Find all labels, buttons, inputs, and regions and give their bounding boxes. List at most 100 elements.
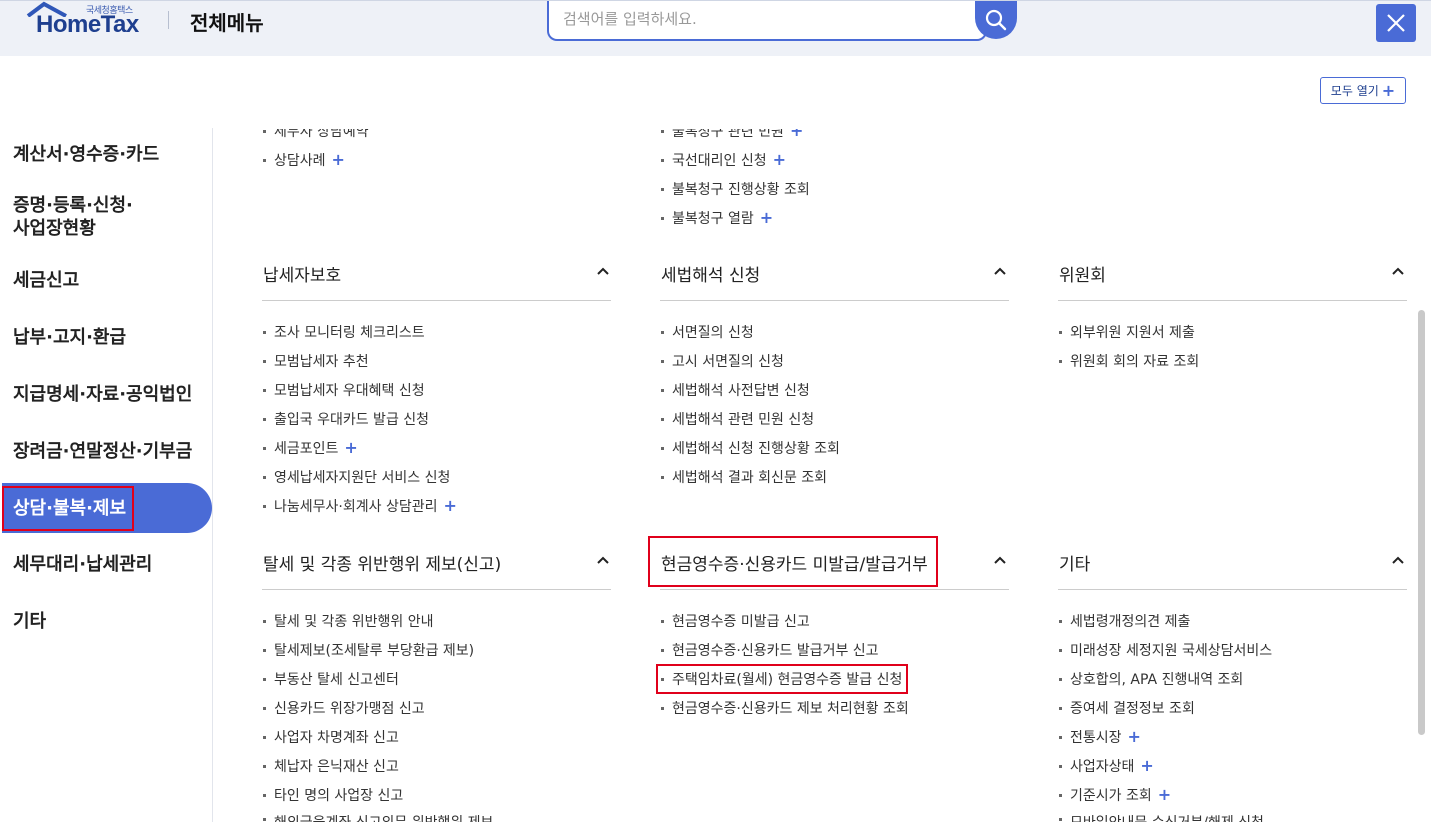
sidebar-item-label: 사업장현황 [13, 218, 96, 239]
list-item[interactable]: 불복청구 관련 민원 + [660, 129, 803, 141]
sidebar-item-payment-statement[interactable]: 지급명세·자료·공익법인 [0, 383, 212, 406]
chevron-up-icon[interactable] [1391, 553, 1405, 567]
list-item[interactable]: 상호합의, APA 진행내역 조회 [1058, 669, 1243, 689]
list-item-label: 세법해석 결과 회신문 조회 [672, 470, 828, 486]
list-item-monthly-rent-cash-receipt[interactable]: 주택임차료(월세) 현금영수증 발급 신청 [660, 669, 902, 689]
close-button[interactable] [1376, 4, 1416, 42]
bullet [1059, 677, 1062, 681]
sidebar-item-consultation-appeal-report[interactable]: 상담·불복·제보 [2, 483, 212, 533]
list-item[interactable]: 모범납세자 추천 [262, 351, 369, 371]
hometax-logo[interactable]: 국세청홈택스 HomeTax [26, 1, 156, 43]
section-title-committee: 위원회 [1059, 266, 1106, 286]
list-item-label: 신용카드 위장가맹점 신고 [274, 701, 425, 717]
chevron-up-icon[interactable] [993, 264, 1007, 278]
list-item-label: 국선대리인 신청 [672, 153, 767, 169]
list-item-label: 증여세 결정정보 조회 [1070, 701, 1195, 717]
sidebar-item-tax-filing[interactable]: 세금신고 [0, 269, 212, 292]
list-item[interactable]: 고시 서면질의 신청 [660, 351, 784, 371]
list-item-label: 상호합의, APA 진행내역 조회 [1070, 672, 1244, 688]
expand-all-button[interactable]: 모두 열기 + [1320, 77, 1406, 104]
search-input[interactable] [563, 7, 963, 31]
bullet [661, 648, 664, 652]
list-item[interactable]: 세법해석 신청 진행상황 조회 [660, 438, 840, 458]
list-item[interactable]: 서면질의 신청 [660, 322, 754, 342]
plus-icon: + [1381, 81, 1396, 100]
sidebar-item-incentive-yearend[interactable]: 장려금·연말정산·기부금 [0, 440, 212, 463]
list-item[interactable]: 불복청구 열람 + [660, 208, 773, 228]
list-item[interactable]: 현금영수증·신용카드 발급거부 신고 [660, 640, 879, 660]
bullet [263, 388, 266, 392]
list-item[interactable]: 부동산 탈세 신고센터 [262, 669, 399, 689]
list-item[interactable]: 전통시장 + [1058, 727, 1141, 747]
scrollbar-thumb[interactable] [1418, 310, 1425, 735]
list-item[interactable]: 체납자 은닉재산 신고 [262, 756, 399, 776]
list-item[interactable]: 현금영수증 미발급 신고 [660, 611, 810, 631]
list-item[interactable]: 외부위원 지원서 제출 [1058, 322, 1195, 342]
list-item[interactable]: 신용카드 위장가맹점 신고 [262, 698, 425, 718]
list-item[interactable]: 탈세제보(조세탈루 부당환급 제보) [262, 640, 474, 660]
bullet [263, 504, 266, 508]
list-item[interactable]: 세무사 상담예약 [262, 129, 369, 141]
sidebar-item-certificate-registration[interactable]: 증명·등록·신청· 사업장현황 [0, 194, 212, 240]
sidebar-item-tax-agent[interactable]: 세무대리·납세관리 [0, 553, 212, 576]
list-item[interactable]: 위원회 회의 자료 조회 [1058, 351, 1199, 371]
list-item[interactable]: 영세납세자지원단 서비스 신청 [262, 467, 450, 487]
list-item-label: 세법해석 사전답변 신청 [672, 383, 810, 399]
sidebar-item-label: 증명·등록·신청· [13, 195, 133, 216]
list-item[interactable]: 세법령개정의견 제출 [1058, 611, 1190, 631]
bullet [1059, 764, 1062, 768]
list-item-label: 해외금융계좌 신고의무 위반행위 제보 [274, 812, 493, 822]
sidebar-item-payment-refund[interactable]: 납부·고지·환급 [0, 326, 212, 349]
list-item-label: 현금영수증 미발급 신고 [672, 614, 810, 630]
list-item[interactable]: 탈세 및 각종 위반행위 안내 [262, 611, 433, 631]
plus-icon: + [1140, 756, 1154, 775]
sidebar-item-label: 기타 [13, 611, 47, 632]
list-item[interactable]: 상담사례 + [262, 150, 345, 170]
list-item-label: 사업자 차명계좌 신고 [274, 730, 399, 746]
section-divider [660, 300, 1009, 301]
list-item[interactable]: 기준시가 조회 + [1058, 785, 1171, 805]
list-item[interactable]: 사업자상태 + [1058, 756, 1154, 776]
section-divider [262, 300, 611, 301]
chevron-up-icon[interactable] [596, 553, 610, 567]
list-item[interactable]: 나눔세무사·회계사 상담관리 + [262, 496, 457, 516]
chevron-up-icon[interactable] [993, 553, 1007, 567]
list-item[interactable]: 세금포인트 + [262, 438, 358, 458]
list-item[interactable]: 모바일안내문 수신거부/해제 신청 [1058, 812, 1264, 822]
list-item[interactable]: 타인 명의 사업장 신고 [262, 785, 403, 805]
bullet [661, 158, 664, 162]
chevron-up-icon[interactable] [596, 264, 610, 278]
bullet [1059, 706, 1062, 710]
list-item-label: 현금영수증·신용카드 제보 처리현황 조회 [672, 701, 909, 717]
bullet [661, 446, 664, 450]
list-item[interactable]: 세법해석 결과 회신문 조회 [660, 467, 827, 487]
list-item[interactable]: 사업자 차명계좌 신고 [262, 727, 399, 747]
bullet [661, 706, 664, 710]
list-item[interactable]: 현금영수증·신용카드 제보 처리현황 조회 [660, 698, 909, 718]
sidebar-item-invoice-receipt-card[interactable]: 계산서·영수증·카드 [0, 143, 212, 166]
bullet [661, 187, 664, 191]
list-item[interactable]: 조사 모니터링 체크리스트 [262, 322, 425, 342]
list-item[interactable]: 미래성장 세정지원 국세상담서비스 [1058, 640, 1272, 660]
bullet [263, 158, 266, 162]
list-item-label: 세금포인트 [274, 441, 339, 457]
list-item-label: 불복청구 진행상황 조회 [672, 182, 810, 198]
sidebar-item-etc[interactable]: 기타 [0, 610, 212, 633]
list-item[interactable]: 모범납세자 우대혜택 신청 [262, 380, 425, 400]
bullet [263, 764, 266, 768]
list-item-label: 서면질의 신청 [672, 325, 754, 341]
list-item[interactable]: 세법해석 사전답변 신청 [660, 380, 810, 400]
list-item[interactable]: 증여세 결정정보 조회 [1058, 698, 1195, 718]
search-button[interactable] [975, 1, 1017, 39]
list-item[interactable]: 세법해석 관련 민원 신청 [660, 409, 814, 429]
list-item[interactable]: 출입국 우대카드 발급 신청 [262, 409, 429, 429]
list-item[interactable]: 불복청구 진행상황 조회 [660, 179, 810, 199]
list-item[interactable]: 해외금융계좌 신고의무 위반행위 제보 [262, 812, 493, 822]
list-item[interactable]: 국선대리인 신청 + [660, 150, 786, 170]
bullet [661, 619, 664, 623]
chevron-up-icon[interactable] [1391, 264, 1405, 278]
section-title-tax-evasion-report: 탈세 및 각종 위반행위 제보(신고) [263, 555, 502, 575]
plus-icon: + [1127, 727, 1141, 746]
bullet [263, 330, 266, 334]
page-title: 전체메뉴 [190, 11, 264, 35]
